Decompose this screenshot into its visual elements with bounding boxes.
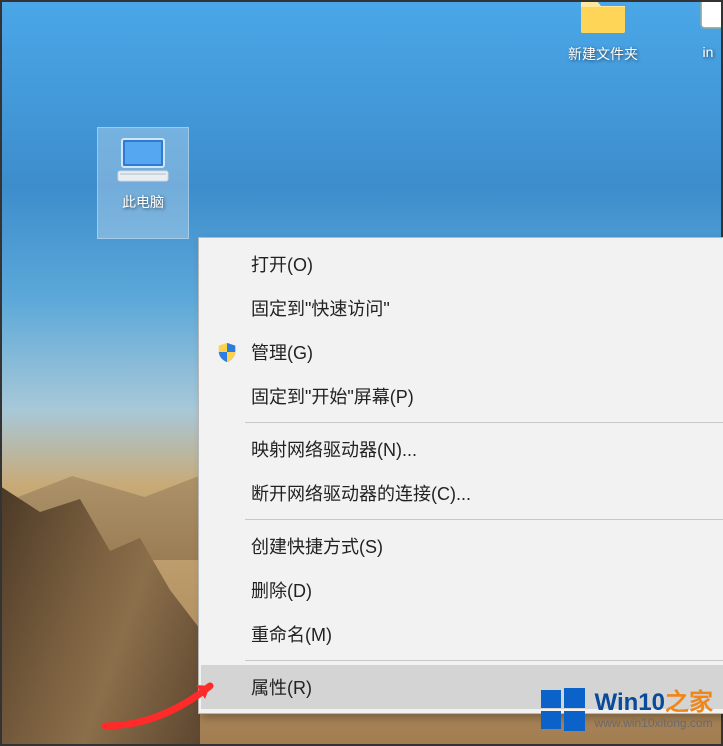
menu-item-label: 创建快捷方式(S) <box>251 533 383 559</box>
menu-item-label: 固定到"开始"屏幕(P) <box>251 383 414 409</box>
desktop[interactable]: 新建文件夹 in 此电脑 打开(O) 固定到"快速访问" <box>0 0 723 746</box>
menu-manage[interactable]: 管理(G) <box>201 330 723 374</box>
uac-shield-icon <box>215 340 239 364</box>
watermark-title-main: Win10 <box>595 689 665 716</box>
this-pc-icon <box>115 136 171 186</box>
menu-item-label: 管理(G) <box>251 339 313 365</box>
menu-separator <box>245 422 723 423</box>
menu-item-label: 固定到"快速访问" <box>251 295 390 321</box>
menu-open[interactable]: 打开(O) <box>201 242 723 286</box>
desktop-icon-folder[interactable]: 新建文件夹 <box>558 0 648 64</box>
menu-disconnect-network-drive[interactable]: 断开网络驱动器的连接(C)... <box>201 471 723 515</box>
watermark: Win10之家 www.win10xitong.com <box>539 686 713 734</box>
menu-pin-start[interactable]: 固定到"开始"屏幕(P) <box>201 374 723 418</box>
watermark-title-accent: 之家 <box>665 689 713 716</box>
menu-map-network-drive[interactable]: 映射网络驱动器(N)... <box>201 427 723 471</box>
desktop-icon-partial[interactable]: in <box>688 0 723 60</box>
menu-item-label: 断开网络驱动器的连接(C)... <box>251 480 471 506</box>
menu-rename[interactable]: 重命名(M) <box>201 612 723 656</box>
windows-logo-icon <box>539 686 587 734</box>
menu-delete[interactable]: 删除(D) <box>201 568 723 612</box>
generic-icon <box>688 0 723 38</box>
annotation-arrow <box>100 671 220 731</box>
menu-item-label: 删除(D) <box>251 577 312 603</box>
watermark-title: Win10之家 <box>595 690 713 716</box>
desktop-icon-label: 新建文件夹 <box>558 44 648 64</box>
menu-item-label: 映射网络驱动器(N)... <box>251 436 417 462</box>
desktop-icon-label: 此电脑 <box>98 192 188 212</box>
context-menu: 打开(O) 固定到"快速访问" 管理(G) 固定到"开始"屏幕(P) 映射网络驱… <box>198 237 723 714</box>
desktop-icon-label: in <box>688 44 723 60</box>
menu-item-label: 属性(R) <box>251 674 312 700</box>
menu-item-label: 打开(O) <box>251 251 313 277</box>
menu-item-label: 重命名(M) <box>251 621 332 647</box>
desktop-icon-this-pc[interactable]: 此电脑 <box>98 128 188 238</box>
folder-icon <box>575 0 631 38</box>
menu-pin-quick-access[interactable]: 固定到"快速访问" <box>201 286 723 330</box>
watermark-url: www.win10xitong.com <box>595 717 713 730</box>
menu-separator <box>245 660 723 661</box>
menu-separator <box>245 519 723 520</box>
menu-create-shortcut[interactable]: 创建快捷方式(S) <box>201 524 723 568</box>
